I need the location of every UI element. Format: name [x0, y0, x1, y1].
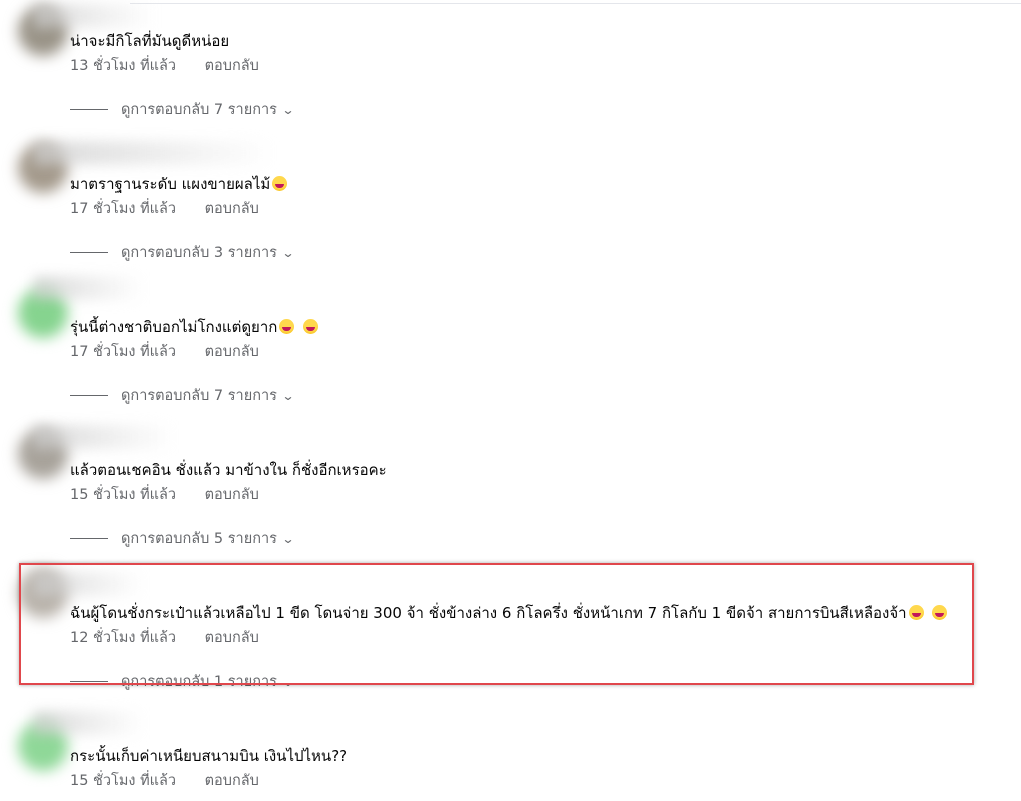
comment-text: น่าจะมีกิโลที่มันดูดีหน่อย [70, 32, 230, 50]
comment-meta: 17 ชั่วโมง ที่แล้ว ตอบกลับ [70, 197, 259, 220]
author-name-blurred[interactable] [34, 4, 154, 28]
view-replies-label[interactable]: ดูการตอบกลับ 7 รายการ [121, 98, 277, 121]
view-replies-label[interactable]: ดูการตอบกลับ 3 รายการ [121, 241, 277, 264]
comment-meta: 17 ชั่วโมง ที่แล้ว ตอบกลับ [70, 340, 259, 363]
replies-dash [70, 395, 108, 396]
reply-button[interactable]: ตอบกลับ [205, 769, 259, 792]
chevron-down-icon[interactable]: ⌄ [281, 103, 294, 117]
reply-button[interactable]: ตอบกลับ [205, 54, 259, 77]
laughing-emoji-icon [272, 176, 288, 191]
comment-meta: 13 ชั่วโมง ที่แล้ว ตอบกลับ [70, 54, 259, 77]
author-name-blurred[interactable] [34, 276, 144, 300]
reply-button[interactable]: ตอบกลับ [205, 197, 259, 220]
replies-dash [70, 109, 108, 110]
comment-meta: 15 ชั่วโมง ที่แล้ว ตอบกลับ [70, 769, 259, 792]
view-replies-label[interactable]: ดูการตอบกลับ 5 รายการ [121, 527, 277, 550]
comment-time[interactable]: 15 ชั่วโมง ที่แล้ว [70, 483, 176, 506]
chevron-down-icon[interactable]: ⌄ [281, 246, 294, 260]
reply-button[interactable]: ตอบกลับ [205, 340, 259, 363]
comment-text: มาตราฐานระดับ แผงขายผลไม้ [70, 173, 288, 195]
author-name-blurred[interactable] [34, 711, 144, 735]
view-replies-link[interactable]: ดูการตอบกลับ 7 รายการ ⌄ [70, 98, 294, 121]
chevron-down-icon[interactable]: ⌄ [281, 532, 294, 546]
reply-button[interactable]: ตอบกลับ [205, 483, 259, 506]
view-replies-link[interactable]: ดูการตอบกลับ 7 รายการ ⌄ [70, 384, 294, 407]
highlight-box [19, 563, 974, 685]
laughing-emoji-icon [303, 319, 319, 334]
comment-text: รุ่นนี้ต่างชาติบอกไม่โกงแต่ดูยาก [70, 316, 319, 338]
view-replies-link[interactable]: ดูการตอบกลับ 3 รายการ ⌄ [70, 241, 294, 264]
comment-text: กระนั้นเก็บค่าเหนียบสนามบิน เงินไปไหน?? [70, 747, 348, 765]
chevron-down-icon[interactable]: ⌄ [281, 389, 294, 403]
comment-time[interactable]: 13 ชั่วโมง ที่แล้ว [70, 54, 176, 77]
comment-meta: 15 ชั่วโมง ที่แล้ว ตอบกลับ [70, 483, 259, 506]
comment-time[interactable]: 17 ชั่วโมง ที่แล้ว [70, 197, 176, 220]
comment-text: แล้วตอนเชคอิน ชั่งแล้ว มาข้างใน ก็ชั่งอี… [70, 461, 387, 479]
author-name-blurred[interactable] [34, 425, 174, 449]
author-name-blurred[interactable] [34, 141, 274, 165]
replies-dash [70, 252, 108, 253]
view-replies-link[interactable]: ดูการตอบกลับ 5 รายการ ⌄ [70, 527, 294, 550]
comment-text-content: มาตราฐานระดับ แผงขายผลไม้ [70, 175, 271, 193]
view-replies-label[interactable]: ดูการตอบกลับ 7 รายการ [121, 384, 277, 407]
replies-dash [70, 538, 108, 539]
comment-time[interactable]: 17 ชั่วโมง ที่แล้ว [70, 340, 176, 363]
comment-text-content: รุ่นนี้ต่างชาติบอกไม่โกงแต่ดูยาก [70, 318, 278, 336]
top-divider [130, 3, 1021, 4]
comment-time[interactable]: 15 ชั่วโมง ที่แล้ว [70, 769, 176, 792]
laughing-emoji-icon [279, 319, 295, 334]
